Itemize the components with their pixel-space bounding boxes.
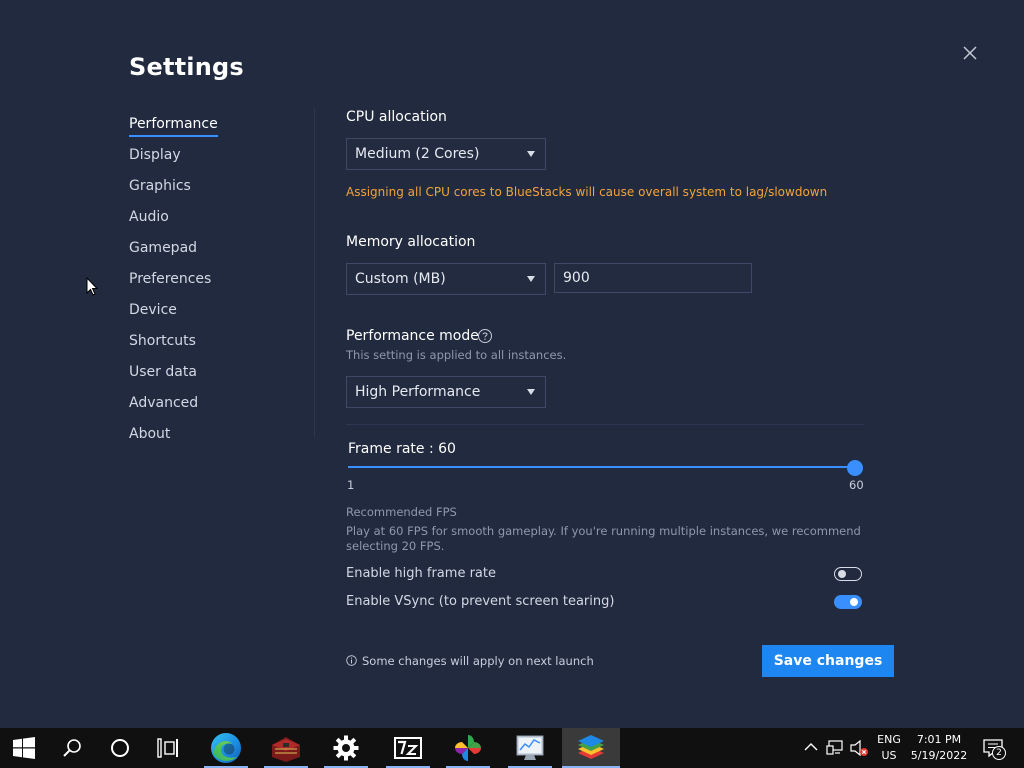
recommended-fps-title: Recommended FPS — [346, 505, 457, 519]
cpu-allocation-value: Medium (2 Cores) — [355, 146, 480, 162]
cpu-allocation-label: CPU allocation — [346, 109, 447, 125]
caret-down-icon — [527, 389, 535, 395]
performance-monitor-icon[interactable] — [502, 728, 558, 768]
volume-muted-icon[interactable] — [849, 739, 869, 757]
nav-item-preferences[interactable]: Preferences — [129, 270, 211, 288]
nav-item-device[interactable]: Device — [129, 301, 177, 319]
taskbar: ENG US 7:01 PM 5/19/2022 2 — [0, 728, 1024, 768]
edge-icon[interactable] — [198, 728, 254, 768]
clock-date: 5/19/2022 — [910, 749, 968, 762]
memory-allocation-value: Custom (MB) — [355, 271, 446, 287]
app-cross-icon[interactable] — [440, 728, 496, 768]
nav-item-graphics[interactable]: Graphics — [129, 177, 191, 195]
nav-item-advanced[interactable]: Advanced — [129, 394, 198, 412]
mouse-cursor-icon — [86, 277, 98, 296]
bluestacks-icon[interactable] — [562, 728, 620, 768]
performance-mode-note: This setting is applied to all instances… — [346, 348, 567, 362]
high-frame-rate-label: Enable high frame rate — [346, 566, 496, 581]
caret-down-icon — [527, 276, 535, 282]
clock[interactable]: 7:01 PM 5/19/2022 — [908, 732, 970, 764]
recommended-fps-text-line2: selecting 20 FPS. — [346, 539, 445, 553]
performance-mode-value: High Performance — [355, 384, 481, 400]
memory-mb-input[interactable]: 900 — [554, 263, 752, 293]
frame-rate-label: Frame rate : 60 — [348, 441, 456, 457]
save-changes-button[interactable]: Save changes — [762, 645, 894, 677]
winrar-icon[interactable] — [258, 728, 314, 768]
nav-item-performance[interactable]: Performance — [129, 115, 218, 137]
nav-item-gamepad[interactable]: Gamepad — [129, 239, 197, 257]
cpu-allocation-dropdown[interactable]: Medium (2 Cores) — [346, 138, 546, 170]
page-title: Settings — [129, 53, 244, 81]
language-code: ENG — [877, 733, 901, 746]
active-tab-underline — [129, 135, 218, 137]
frame-rate-slider-handle[interactable] — [847, 460, 863, 476]
nav-item-shortcuts[interactable]: Shortcuts — [129, 332, 196, 350]
high-frame-rate-toggle[interactable] — [834, 567, 862, 581]
clock-time: 7:01 PM — [916, 733, 962, 746]
search-icon[interactable] — [48, 728, 96, 768]
nav-divider — [314, 108, 315, 438]
toggle-knob — [850, 598, 858, 606]
settings-gear-icon[interactable] — [318, 728, 374, 768]
frame-rate-max-label: 60 — [849, 478, 864, 492]
info-icon — [346, 655, 357, 666]
vsync-toggle[interactable] — [834, 595, 862, 609]
nav-item-about[interactable]: About — [129, 425, 170, 443]
frame-rate-slider-track[interactable] — [348, 466, 855, 468]
nav-item-display[interactable]: Display — [129, 146, 181, 164]
nav-item-label: Performance — [129, 116, 218, 132]
network-icon[interactable] — [826, 739, 844, 757]
memory-allocation-dropdown[interactable]: Custom (MB) — [346, 263, 546, 295]
7zip-icon[interactable] — [380, 728, 436, 768]
caret-down-icon — [527, 151, 535, 157]
nav-item-user-data[interactable]: User data — [129, 363, 197, 381]
chevron-up-icon[interactable] — [804, 742, 818, 752]
memory-allocation-label: Memory allocation — [346, 234, 476, 250]
task-view-icon[interactable] — [144, 728, 192, 768]
notification-count-badge: 2 — [992, 746, 1006, 760]
language-indicator[interactable]: ENG US — [872, 732, 906, 764]
frame-rate-min-label: 1 — [347, 478, 355, 492]
help-icon[interactable] — [477, 328, 493, 344]
restart-footnote: Some changes will apply on next launch — [362, 654, 594, 668]
nav-item-audio[interactable]: Audio — [129, 208, 169, 226]
toggle-knob — [838, 569, 846, 578]
vsync-label: Enable VSync (to prevent screen tearing) — [346, 594, 615, 609]
recommended-fps-text-line1: Play at 60 FPS for smooth gameplay. If y… — [346, 524, 861, 538]
notifications-icon[interactable]: 2 — [980, 736, 1008, 762]
language-region: US — [881, 749, 897, 762]
performance-mode-dropdown[interactable]: High Performance — [346, 376, 546, 408]
section-divider — [346, 424, 864, 425]
performance-mode-label: Performance mode — [346, 328, 479, 344]
windows-start-icon[interactable] — [0, 728, 48, 768]
close-icon[interactable] — [958, 41, 982, 65]
cortana-icon[interactable] — [96, 728, 144, 768]
cpu-warning-text: Assigning all CPU cores to BlueStacks wi… — [346, 185, 828, 199]
settings-window: Settings Performance Display Graphics Au… — [0, 0, 1024, 728]
